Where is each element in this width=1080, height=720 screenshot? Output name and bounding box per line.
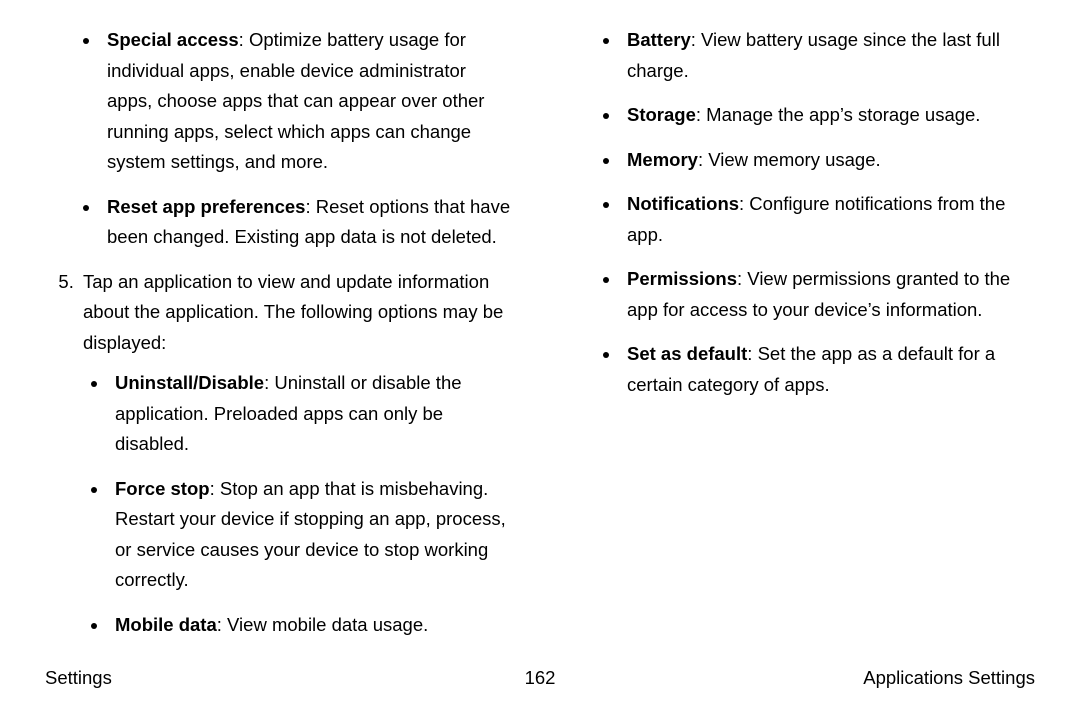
document-page: Special access: Optimize battery usage f… [0, 0, 1080, 720]
step-text: Tap an application to view and update in… [83, 271, 503, 353]
bullet-item: Force stop: Stop an app that is misbehav… [109, 474, 515, 596]
bullet-label: Permissions [627, 268, 737, 289]
right-column: Battery: View battery usage since the la… [565, 25, 1035, 655]
step-sub-bullets: Uninstall/Disable: Uninstall or disable … [83, 368, 515, 640]
bullet-item: Uninstall/Disable: Uninstall or disable … [109, 368, 515, 460]
bullet-label: Set as default [627, 343, 747, 364]
bullet-item: Battery: View battery usage since the la… [621, 25, 1035, 86]
bullet-item: Special access: Optimize battery usage f… [101, 25, 515, 178]
page-footer: Settings 162 Applications Settings [45, 663, 1035, 694]
bullet-item: Reset app preferences: Reset options tha… [101, 192, 515, 253]
footer-page-number: 162 [525, 663, 556, 694]
bullet-text: : Manage the app’s storage usage. [696, 104, 981, 125]
footer-left: Settings [45, 663, 112, 694]
right-bullets: Battery: View battery usage since the la… [565, 25, 1035, 400]
bullet-item: Storage: Manage the app’s storage usage. [621, 100, 1035, 131]
bullet-item: Permissions: View permissions granted to… [621, 264, 1035, 325]
bullet-label: Special access [107, 29, 239, 50]
bullet-label: Uninstall/Disable [115, 372, 264, 393]
bullet-label: Force stop [115, 478, 210, 499]
bullet-item: Mobile data: View mobile data usage. [109, 610, 515, 641]
bullet-item: Notifications: Configure notifications f… [621, 189, 1035, 250]
bullet-label: Battery [627, 29, 691, 50]
bullet-label: Storage [627, 104, 696, 125]
bullet-text: : View mobile data usage. [217, 614, 429, 635]
bullet-label: Reset app preferences [107, 196, 305, 217]
bullet-label: Memory [627, 149, 698, 170]
bullet-item: Set as default: Set the app as a default… [621, 339, 1035, 400]
bullet-text: : View memory usage. [698, 149, 881, 170]
left-column: Special access: Optimize battery usage f… [45, 25, 515, 655]
bullet-item: Memory: View memory usage. [621, 145, 1035, 176]
content-columns: Special access: Optimize battery usage f… [45, 25, 1035, 655]
bullet-label: Notifications [627, 193, 739, 214]
bullet-text: : Optimize battery usage for individual … [107, 29, 484, 172]
top-level-bullets: Special access: Optimize battery usage f… [45, 25, 515, 253]
bullet-label: Mobile data [115, 614, 217, 635]
numbered-steps: Tap an application to view and update in… [45, 267, 515, 641]
footer-right: Applications Settings [863, 663, 1035, 694]
step-item: Tap an application to view and update in… [79, 267, 515, 641]
